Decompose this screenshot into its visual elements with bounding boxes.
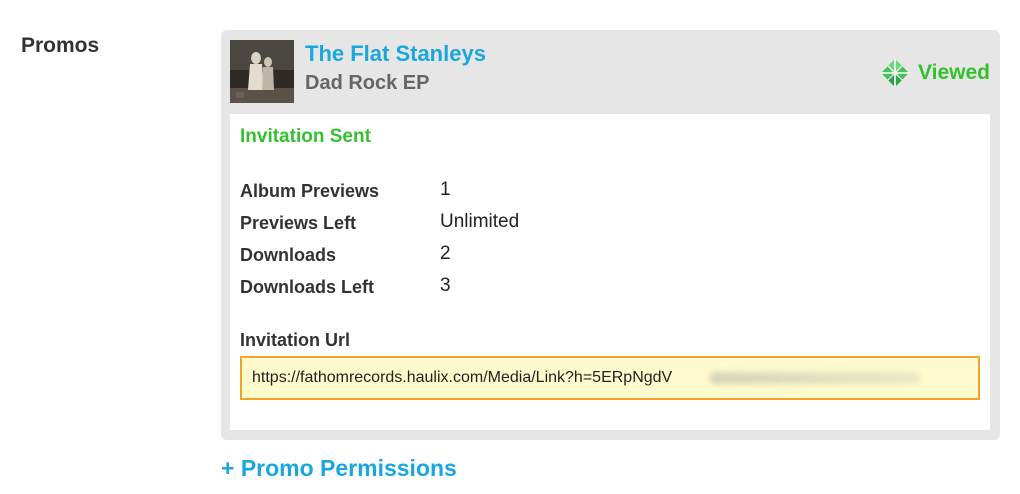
viewed-status: Viewed [880, 58, 990, 88]
stat-row-album-previews: Album Previews 1 [240, 179, 640, 209]
artist-link[interactable]: The Flat Stanleys [305, 41, 486, 67]
invitation-url-field[interactable] [240, 356, 980, 400]
album-art-thumbnail[interactable] [230, 40, 294, 103]
invitation-url-label: Invitation Url [240, 330, 351, 350]
viewed-diamond-icon [881, 59, 910, 87]
stat-label: Downloads Left [240, 277, 374, 297]
stat-row-downloads: Downloads 2 [240, 243, 640, 273]
stat-value: 3 [440, 275, 451, 296]
promo-permissions-link[interactable]: + Promo Permissions [221, 455, 457, 482]
stat-label: Album Previews [240, 181, 380, 201]
stat-value: 1 [440, 179, 451, 200]
stat-label: Previews Left [240, 213, 357, 233]
stat-value: 2 [440, 243, 451, 264]
stat-label: Downloads [240, 245, 337, 265]
status-text: Viewed [918, 61, 990, 84]
stat-row-previews-left: Previews Left Unlimited [240, 211, 640, 241]
stat-value: Unlimited [440, 211, 520, 232]
stat-row-downloads-left: Downloads Left 3 [240, 275, 640, 305]
details-panel: Invitation Sent Album Previews 1 Preview… [230, 114, 990, 430]
section-label-promos: Promos [21, 34, 100, 57]
invitation-status: Invitation Sent [240, 126, 371, 147]
promo-card: The Flat Stanleys Dad Rock EP Viewed Inv… [221, 30, 1000, 440]
album-title: Dad Rock EP [305, 72, 430, 94]
